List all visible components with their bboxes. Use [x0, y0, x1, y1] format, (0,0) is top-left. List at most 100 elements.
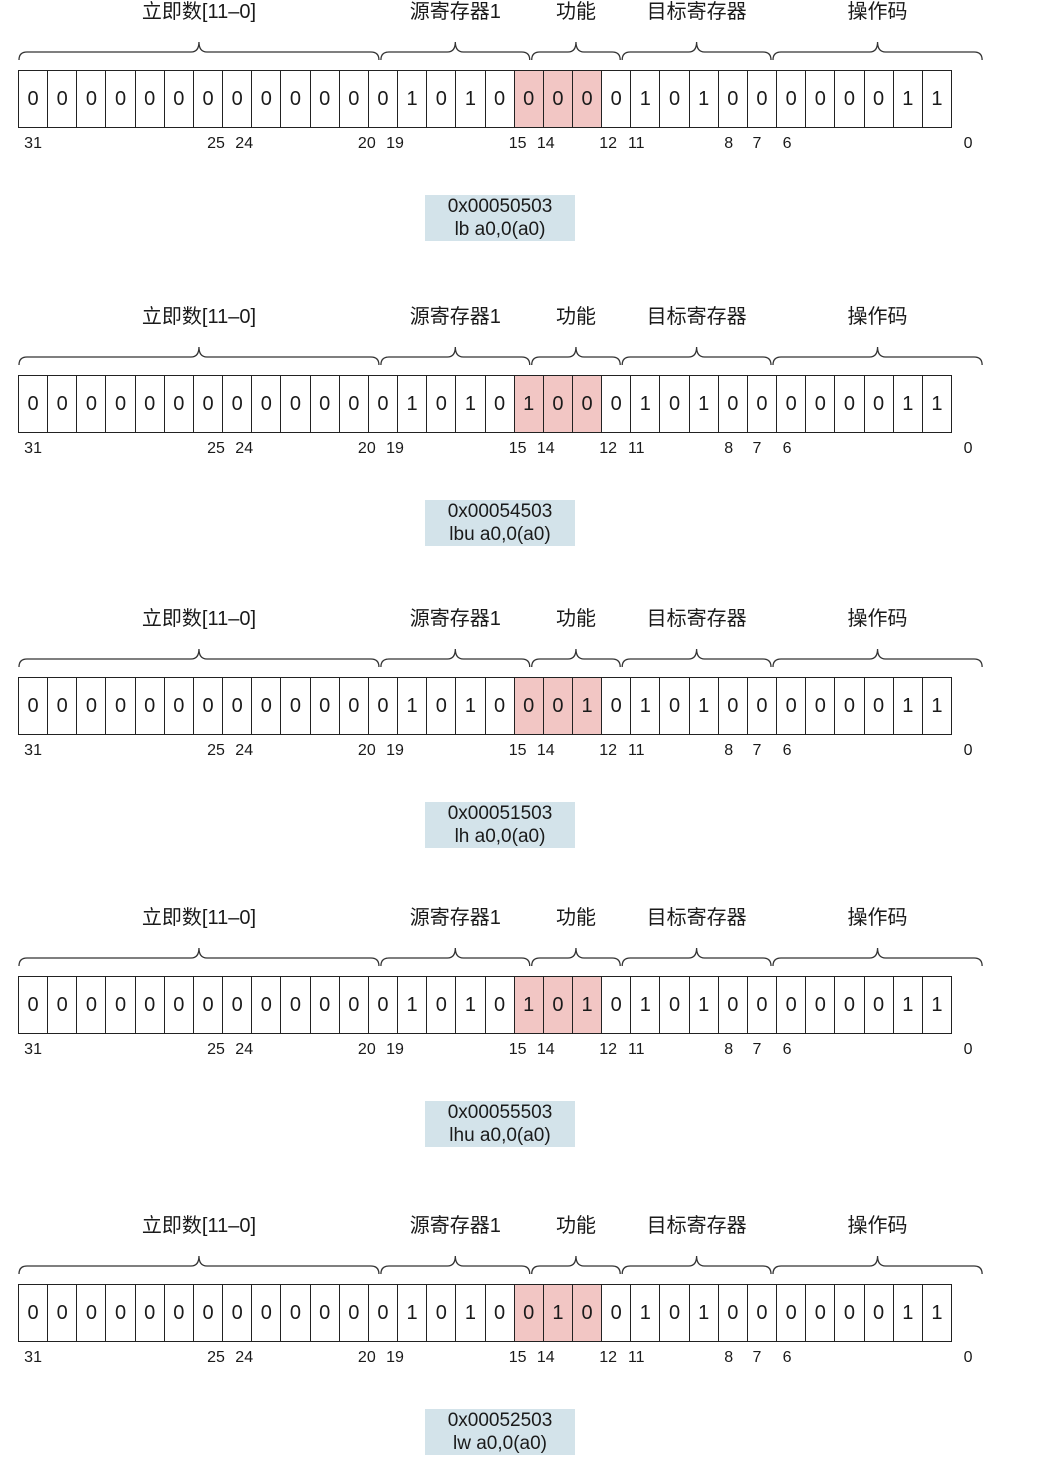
bit-cell: 0: [280, 976, 311, 1034]
bit-cell: 0: [659, 1284, 690, 1342]
bit-cell: 1: [892, 976, 923, 1034]
bit-cell: 0: [834, 375, 865, 433]
bit-cell: 0: [776, 677, 807, 735]
bit-cell: 1: [892, 375, 923, 433]
bit-cell: 1: [921, 677, 952, 735]
bit-cell: 0: [192, 70, 224, 128]
bit-row: 00000000000001010001010100000011: [18, 677, 952, 735]
bit-position-label: 0: [963, 1041, 973, 1058]
bit-cell: 0: [805, 70, 836, 128]
field-braces: [18, 41, 983, 61]
bit-cell: 0: [192, 976, 224, 1034]
encoding-diagram: 立即数[11–0] 源寄存器1 功能 目标寄存器 操作码 0 0 0 0 0 0 0 0 0 0 0 0 0 1 0 1…: [0, 607, 1038, 867]
bit-cell: 0: [192, 677, 224, 735]
field-brace-opcode: [772, 346, 983, 366]
bit-cell: 1: [688, 70, 719, 128]
bit-cell: 0: [105, 677, 136, 735]
bit-position-label: 8: [724, 742, 734, 759]
bit-position-label: 15: [508, 1349, 527, 1366]
bit-cell: 1: [397, 976, 428, 1034]
bit-cell: 0: [805, 677, 836, 735]
instruction-caption: 0x00051503 lh a0,0(a0): [425, 802, 575, 848]
bit-cell: 1: [630, 677, 661, 735]
bit-cell: 1: [892, 70, 923, 128]
bit-cell: 0: [309, 70, 340, 128]
field-label-opcode: 操作码: [847, 907, 908, 929]
bit-position-label: 12: [599, 1041, 618, 1058]
bit-position-label: 11: [627, 135, 645, 152]
bit-cell: 0: [222, 375, 253, 433]
bit-cell: 0: [863, 1284, 894, 1342]
field-label-rd: 目标寄存器: [646, 1, 747, 23]
bit-position-label: 11: [627, 1041, 645, 1058]
bit-position-label: 25: [207, 440, 225, 457]
field-brace-rs1: [380, 1255, 531, 1275]
bit-cell: 0: [367, 677, 399, 735]
instruction-hex: 0x00055503: [447, 1102, 553, 1123]
bit-cell: 0: [134, 70, 165, 128]
funct3-bit-cell: 1: [513, 375, 544, 433]
bit-cell: 0: [309, 677, 340, 735]
bit-cell: 0: [134, 375, 165, 433]
bit-cell: 0: [47, 976, 78, 1034]
bit-row: 00000000000001010100010100000011: [18, 375, 952, 433]
field-label-opcode: 操作码: [847, 608, 908, 630]
bit-cell: 0: [484, 976, 515, 1034]
funct3-bit-cell: 1: [571, 677, 603, 735]
bit-position-label: 24: [235, 1041, 254, 1058]
bit-cell: 0: [484, 677, 515, 735]
bit-position-label: 31: [24, 1349, 42, 1366]
field-label-funct3: 功能: [555, 1, 596, 23]
bit-cell: 0: [776, 70, 807, 128]
bit-cell: 0: [746, 677, 778, 735]
bit-cell: 0: [105, 375, 136, 433]
bit-position-label: 25: [207, 135, 225, 152]
bit-position-label: 0: [963, 440, 973, 457]
bit-cell: 1: [397, 677, 428, 735]
bit-position-label: 11: [627, 440, 645, 457]
field-label-rd: 目标寄存器: [646, 306, 747, 328]
funct3-bit-cell: 0: [542, 375, 573, 433]
field-label-funct3: 功能: [555, 907, 596, 929]
field-brace-opcode: [772, 648, 983, 668]
instruction-hex: 0x00054503: [447, 501, 553, 522]
bit-cell: 0: [280, 70, 311, 128]
bit-cell: 0: [601, 375, 632, 433]
bit-row: 00000000000001010010010100000011: [18, 1284, 952, 1342]
funct3-bit-cell: 0: [513, 1284, 544, 1342]
bit-cell: 0: [746, 976, 778, 1034]
bit-cell: 1: [455, 375, 486, 433]
bit-position-label: 12: [599, 440, 618, 457]
bit-cell: 0: [47, 677, 78, 735]
field-brace-rd: [621, 346, 772, 366]
bit-position-label: 6: [782, 1349, 792, 1366]
field-label-funct3: 功能: [555, 1215, 596, 1237]
bit-cell: 0: [222, 70, 253, 128]
bit-position-label: 0: [963, 135, 973, 152]
bit-position-label: 24: [235, 135, 254, 152]
bit-position-label: 31: [24, 135, 42, 152]
bit-cell: 0: [280, 1284, 311, 1342]
bit-cell: 0: [251, 677, 282, 735]
field-label-rs1: 源寄存器1: [409, 1215, 501, 1237]
bit-cell: 1: [455, 976, 486, 1034]
bit-cell: 0: [280, 677, 311, 735]
bit-position-label: 20: [357, 1041, 376, 1058]
instruction-assembly: lhu a0,0(a0): [449, 1125, 551, 1146]
field-label-imm: 立即数[11–0]: [141, 907, 257, 929]
bit-cell: 0: [484, 70, 515, 128]
bit-cell: 0: [601, 1284, 632, 1342]
bit-cell: 0: [105, 976, 136, 1034]
bit-position-label: 24: [235, 742, 254, 759]
bit-position-label: 19: [386, 742, 404, 759]
bit-position-label: 20: [357, 440, 376, 457]
bit-position-label: 14: [536, 1349, 555, 1366]
bit-position-label: 15: [508, 135, 527, 152]
encoding-diagram: 立即数[11–0] 源寄存器1 功能 目标寄存器 操作码 0 0 0 0 0 0 0 0 0 0 0 0 0 1 0 1…: [0, 0, 1038, 260]
bit-position-label: 15: [508, 1041, 527, 1058]
bit-position-label: 11: [627, 1349, 645, 1366]
bit-cell: 0: [309, 375, 340, 433]
funct3-bit-cell: 0: [513, 70, 544, 128]
bit-position-label: 14: [536, 135, 555, 152]
bit-cell: 1: [630, 1284, 661, 1342]
